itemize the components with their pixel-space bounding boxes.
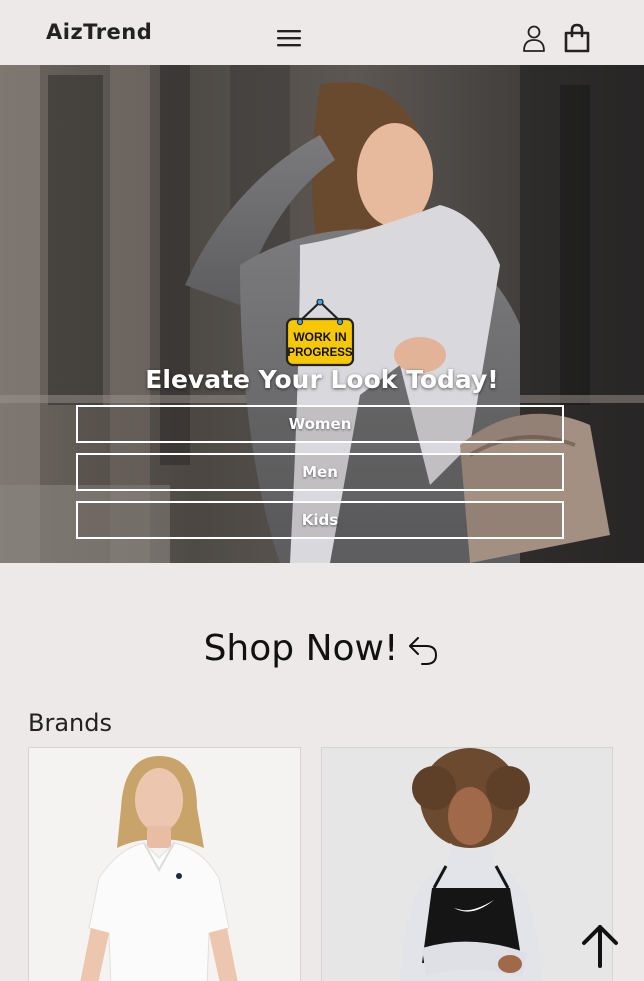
brand-card[interactable] (321, 747, 613, 981)
shop-now-heading[interactable]: Shop Now! (0, 628, 644, 669)
hamburger-menu-icon[interactable] (275, 26, 303, 50)
shop-now-label: Shop Now! (203, 628, 399, 669)
arrow-up-icon[interactable] (578, 922, 622, 968)
work-in-progress-badge: WORK IN PROGRESS (284, 298, 356, 369)
badge-line-1: WORK IN (293, 330, 346, 344)
site-header: AizTrend (0, 0, 644, 65)
category-button-kids[interactable]: Kids (76, 501, 564, 539)
shopping-bag-icon[interactable] (561, 22, 593, 54)
category-button-men[interactable]: Men (76, 453, 564, 491)
brand-card-photo (29, 748, 300, 981)
hero-banner: WORK IN PROGRESS Elevate Your Look Today… (0, 65, 644, 563)
user-icon[interactable] (520, 23, 548, 53)
hero-title: Elevate Your Look Today! (145, 365, 499, 394)
brands-heading: Brands (28, 709, 112, 737)
category-button-women[interactable]: Women (76, 405, 564, 443)
site-logo[interactable]: AizTrend (46, 20, 152, 44)
return-arrow-icon (406, 633, 440, 667)
brand-card-photo (322, 748, 612, 981)
brand-card[interactable] (28, 747, 301, 981)
badge-line-2: PROGRESS (287, 347, 353, 359)
